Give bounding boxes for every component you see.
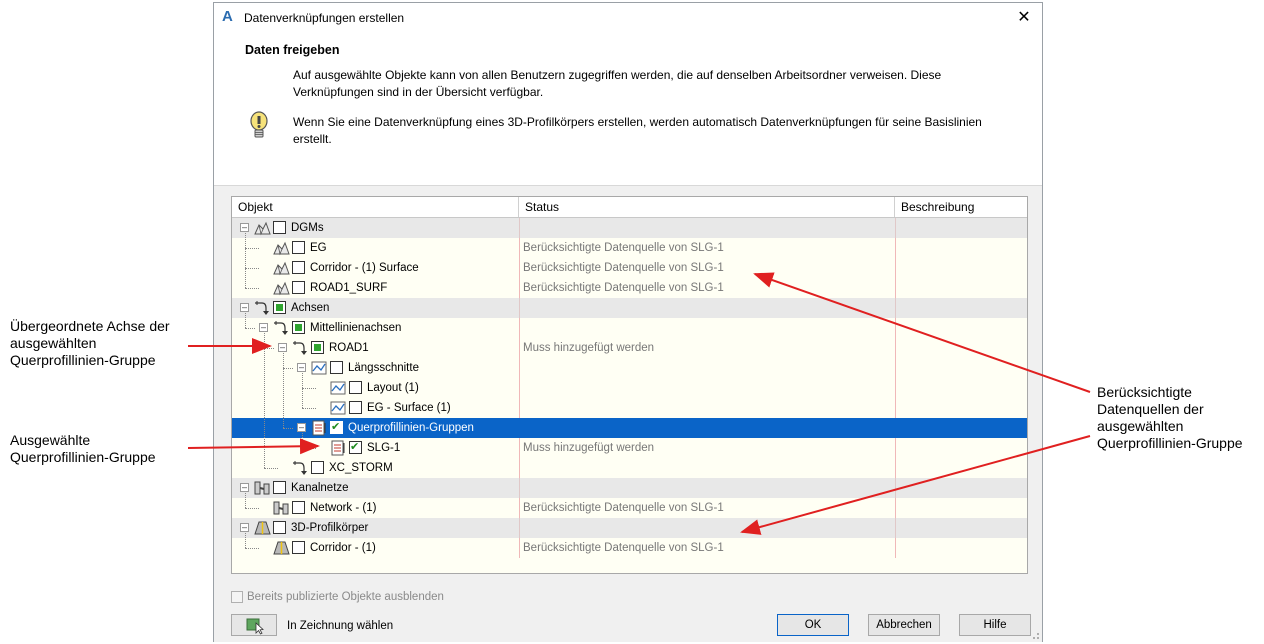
arrow-to-lower-sources: [740, 435, 1091, 535]
annotation-arrows: [187, 272, 1091, 535]
arrow-to-slg1: [187, 438, 320, 455]
arrow-to-upper-sources: [753, 272, 1091, 393]
